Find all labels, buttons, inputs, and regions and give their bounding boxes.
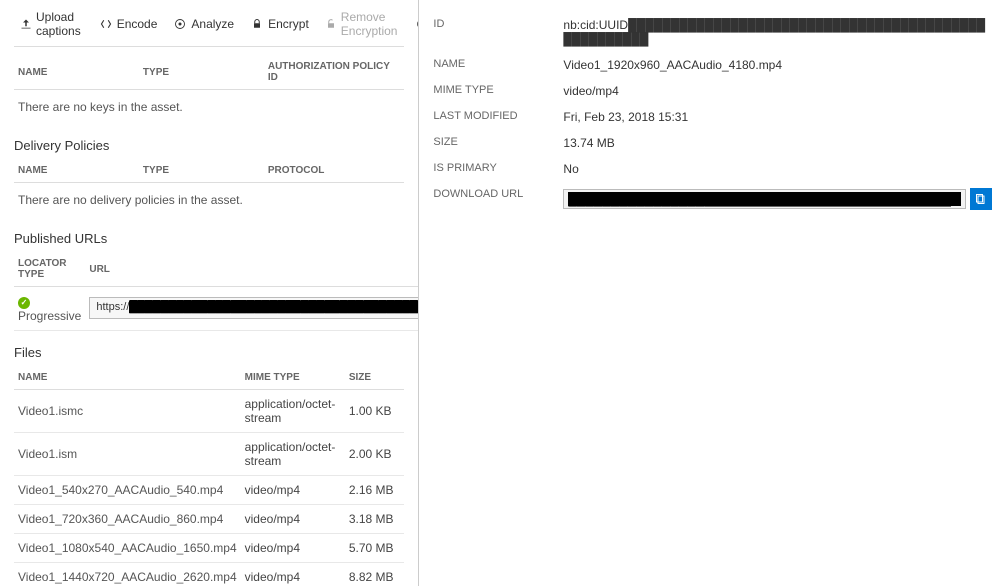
detail-mime-value: video/mp4 — [563, 84, 992, 98]
file-row[interactable]: Video1.ismapplication/octet-stream2.00 K… — [14, 432, 404, 475]
unlock-icon — [325, 17, 337, 31]
remove-encryption-label: Remove Encryption — [341, 10, 400, 38]
published-header-url: URL — [85, 252, 419, 287]
detail-primary-label: IS PRIMARY — [433, 162, 563, 176]
files-header-mime: MIME TYPE — [241, 366, 345, 390]
encode-button[interactable]: Encode — [93, 15, 164, 33]
file-size: 3.18 MB — [345, 504, 405, 533]
delivery-empty-message: There are no delivery policies in the as… — [14, 183, 404, 217]
published-row[interactable]: ✓ Progressive https://██████████████████… — [14, 287, 419, 331]
encode-label: Encode — [117, 17, 158, 31]
detail-lastmod-label: LAST MODIFIED — [433, 110, 563, 124]
check-icon: ✓ — [18, 297, 30, 309]
file-name: Video1_1440x720_AACAudio_2620.mp4 — [14, 562, 241, 586]
detail-size-value: 13.74 MB — [563, 136, 992, 150]
copy-icon — [975, 193, 987, 205]
file-mime: application/octet-stream — [241, 432, 345, 475]
delivery-section-title: Delivery Policies — [14, 138, 404, 153]
keys-header-policy: AUTHORIZATION POLICY ID — [264, 55, 405, 90]
file-mime: video/mp4 — [241, 504, 345, 533]
published-table: LOCATOR TYPE URL ✓ Progressive https://█… — [14, 252, 419, 331]
file-mime: video/mp4 — [241, 475, 345, 504]
file-row[interactable]: Video1.ismcapplication/octet-stream1.00 … — [14, 389, 404, 432]
file-mime: video/mp4 — [241, 562, 345, 586]
encrypt-label: Encrypt — [268, 17, 309, 31]
delivery-header-name: NAME — [14, 159, 139, 183]
files-header-name: NAME — [14, 366, 241, 390]
file-size: 2.00 KB — [345, 432, 405, 475]
file-name: Video1.ismc — [14, 389, 241, 432]
keys-table: NAME TYPE AUTHORIZATION POLICY ID — [14, 55, 404, 90]
upload-captions-button[interactable]: Upload captions — [14, 8, 89, 40]
file-row[interactable]: Video1_720x360_AACAudio_860.mp4video/mp4… — [14, 504, 404, 533]
files-section-title: Files — [14, 345, 404, 360]
file-size: 2.16 MB — [345, 475, 405, 504]
detail-mime-label: MIME TYPE — [433, 84, 563, 98]
keys-header-name: NAME — [14, 55, 139, 90]
detail-size-label: SIZE — [433, 136, 563, 150]
download-url-input[interactable]: ████████████████████████████████████████… — [563, 189, 966, 209]
published-header-locator: LOCATOR TYPE — [14, 252, 85, 287]
upload-icon — [20, 17, 32, 31]
keys-header-type: TYPE — [139, 55, 264, 90]
file-size: 8.82 MB — [345, 562, 405, 586]
delivery-header-protocol: PROTOCOL — [264, 159, 405, 183]
file-name: Video1_540x270_AACAudio_540.mp4 — [14, 475, 241, 504]
file-mime: application/octet-stream — [241, 389, 345, 432]
file-name: Video1.ism — [14, 432, 241, 475]
file-name: Video1_720x360_AACAudio_860.mp4 — [14, 504, 241, 533]
lock-icon — [250, 17, 264, 31]
file-size: 1.00 KB — [345, 389, 405, 432]
file-row[interactable]: Video1_1440x720_AACAudio_2620.mp4video/m… — [14, 562, 404, 586]
file-row[interactable]: Video1_540x270_AACAudio_540.mp4video/mp4… — [14, 475, 404, 504]
files-table: NAME MIME TYPE SIZE Video1.ismcapplicati… — [14, 366, 404, 586]
remove-encryption-button: Remove Encryption — [319, 8, 406, 40]
detail-download-label: DOWNLOAD URL — [433, 188, 563, 210]
keys-empty-message: There are no keys in the asset. — [14, 90, 404, 124]
publish-button[interactable]: Publish — [409, 15, 419, 33]
detail-lastmod-value: Fri, Feb 23, 2018 15:31 — [563, 110, 992, 124]
encrypt-button[interactable]: Encrypt — [244, 15, 315, 33]
analyze-icon — [173, 17, 187, 31]
upload-captions-label: Upload captions — [36, 10, 83, 38]
delivery-table: NAME TYPE PROTOCOL — [14, 159, 404, 183]
detail-panel: ID nb:cid:UUID██████████████████████████… — [419, 0, 1006, 586]
detail-name-value: Video1_1920x960_AACAudio_4180.mp4 — [563, 58, 992, 72]
published-locator-type: Progressive — [18, 309, 81, 323]
files-header-size: SIZE — [345, 366, 405, 390]
analyze-button[interactable]: Analyze — [167, 15, 240, 33]
detail-id-value: nb:cid:UUID█████████████████████████████… — [563, 18, 992, 46]
published-section-title: Published URLs — [14, 231, 404, 246]
file-row[interactable]: Video1_1080x540_AACAudio_1650.mp4video/m… — [14, 533, 404, 562]
published-url-input[interactable]: https://████████████████████████████████… — [89, 297, 419, 319]
detail-name-label: NAME — [433, 58, 563, 72]
copy-download-button[interactable] — [970, 188, 992, 210]
file-mime: video/mp4 — [241, 533, 345, 562]
encode-icon — [99, 17, 113, 31]
detail-primary-value: No — [563, 162, 992, 176]
file-size: 5.70 MB — [345, 533, 405, 562]
delivery-header-type: TYPE — [139, 159, 264, 183]
file-name: Video1_1080x540_AACAudio_1650.mp4 — [14, 533, 241, 562]
analyze-label: Analyze — [191, 17, 234, 31]
detail-id-label: ID — [433, 18, 563, 46]
toolbar: Upload captions Encode Analyze Encrypt R… — [14, 8, 404, 47]
